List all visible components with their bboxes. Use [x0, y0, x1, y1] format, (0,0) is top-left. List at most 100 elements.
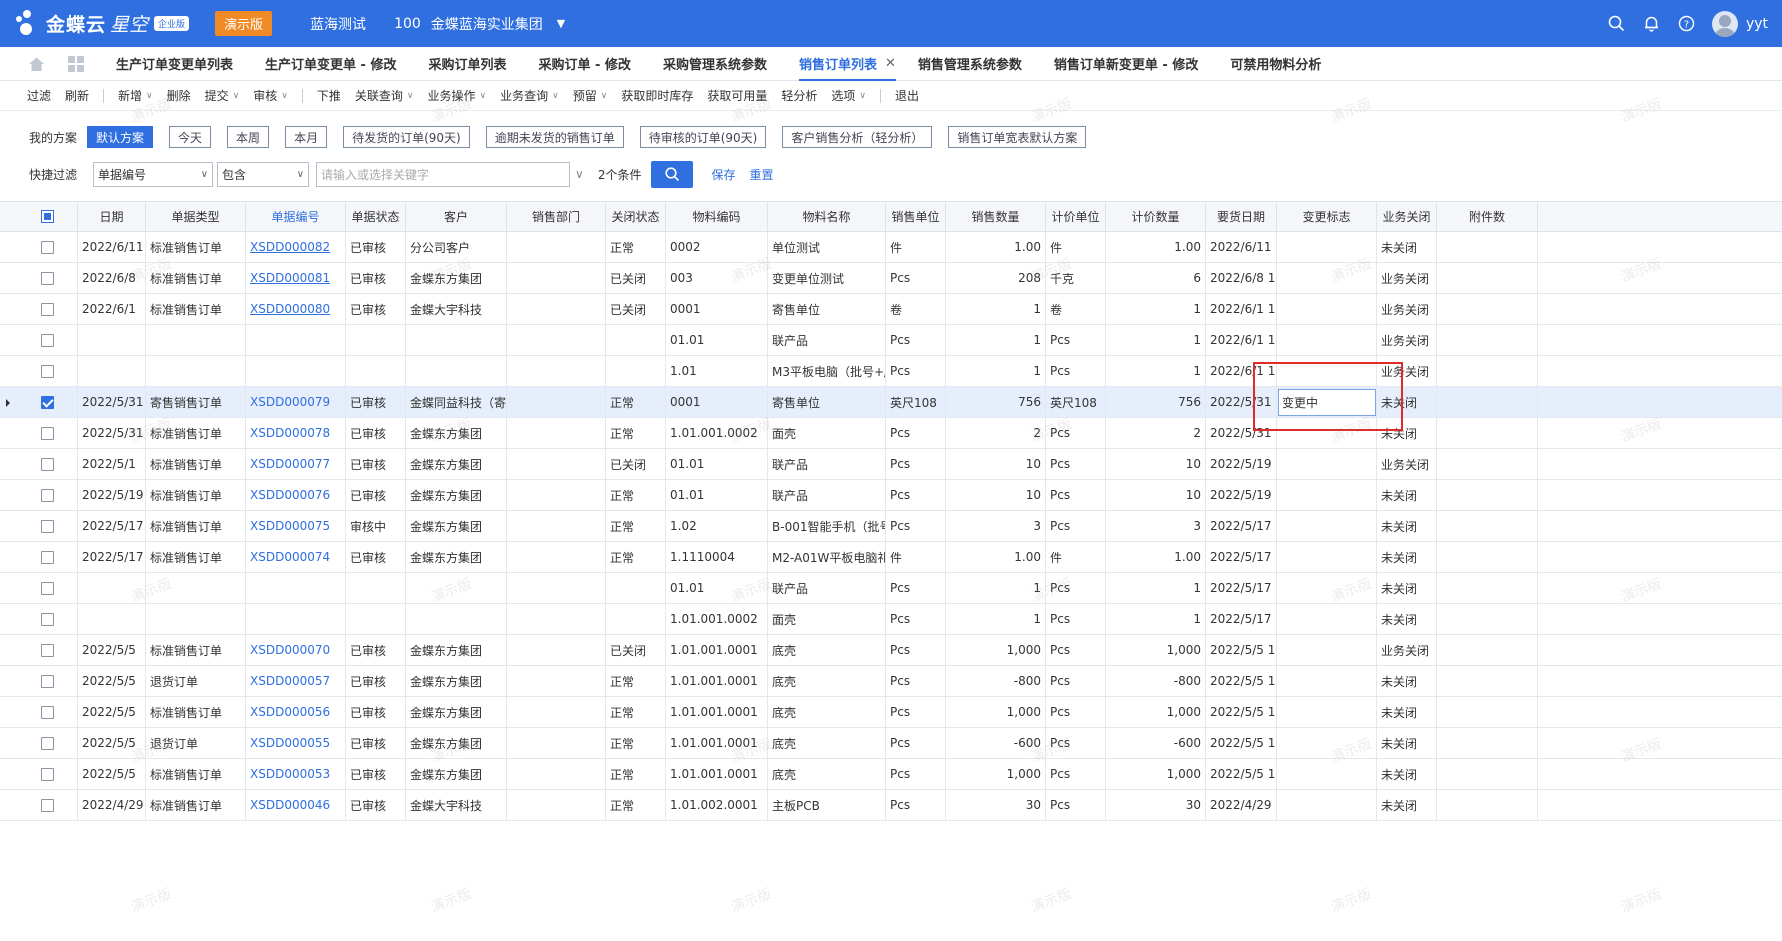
cell-code[interactable] — [246, 325, 346, 355]
username[interactable]: yyt — [1746, 16, 1768, 32]
table-row[interactable]: 2022/5/5 退货订单 XSDD000055 已审核 金蝶东方集团 正常 1.01.00… — [0, 728, 1782, 759]
row-checkbox[interactable] — [18, 635, 78, 665]
cell-code[interactable]: XSDD000082 — [246, 232, 346, 262]
save-filter-link[interactable]: 保存 — [711, 166, 735, 183]
refresh-button[interactable]: 刷新 — [65, 87, 89, 104]
table-row[interactable]: 1.01.001.0002 面壳 Pcs 1 Pcs 1 2022/5/17 未关闭 — [0, 604, 1782, 635]
tab-sales-order-list[interactable]: 销售订单列表 ✕ — [798, 47, 896, 81]
row-checkbox[interactable] — [18, 728, 78, 758]
tab-material-analysis[interactable]: 可禁用物料分析 — [1230, 47, 1321, 81]
submit-button[interactable]: 提交 ∨ — [205, 87, 240, 104]
cell-code[interactable]: XSDD000056 — [246, 697, 346, 727]
push-button[interactable]: 下推 — [317, 87, 341, 104]
filter-operator-select[interactable]: 包含 ∨ — [217, 161, 310, 187]
row-checkbox[interactable] — [18, 542, 78, 572]
realtime-stock-button[interactable]: 获取即时库存 — [621, 87, 693, 104]
org-switcher[interactable]: 100 金蝶蓝海实业集团 ▼ — [394, 14, 565, 34]
business-ops-button[interactable]: 业务操作 ∨ — [428, 87, 487, 104]
row-checkbox[interactable] — [18, 480, 78, 510]
cell-code[interactable]: XSDD000057 — [246, 666, 346, 696]
cell-code[interactable]: XSDD000078 — [246, 418, 346, 448]
help-icon[interactable]: ? — [1676, 13, 1698, 35]
column-header-price-unit[interactable]: 计价单位 — [1046, 202, 1106, 231]
bell-icon[interactable] — [1641, 13, 1663, 35]
light-analysis-button[interactable]: 轻分析 — [781, 87, 817, 104]
column-header-close[interactable]: 关闭状态 — [606, 202, 666, 231]
scheme-this-month[interactable]: 本月 — [285, 126, 328, 148]
table-row[interactable]: 2022/5/17 标准销售订单 XSDD000075 审核中 金蝶东方集团 正常 1.02… — [0, 511, 1782, 542]
related-query-button[interactable]: 关联查询 ∨ — [355, 87, 414, 104]
table-row[interactable]: 2022/6/11 标准销售订单 XSDD000082 已审核 分公司客户 正常 0002 单… — [0, 232, 1782, 263]
cell-code[interactable]: XSDD000070 — [246, 635, 346, 665]
business-query-button[interactable]: 业务查询 ∨ — [500, 87, 559, 104]
column-header-price-qty[interactable]: 计价数量 — [1106, 202, 1206, 231]
logo[interactable]: 金蝶云 星空 企业版 — [14, 9, 190, 38]
select-all-checkbox[interactable] — [18, 202, 78, 231]
scheme-pending-audit[interactable]: 待审核的订单(90天) — [639, 126, 767, 148]
cell-code[interactable]: XSDD000074 — [246, 542, 346, 572]
row-checkbox[interactable] — [18, 232, 78, 262]
exit-button[interactable]: 退出 — [895, 87, 919, 104]
home-icon[interactable] — [26, 54, 46, 74]
column-header-customer[interactable]: 客户 — [406, 202, 507, 231]
new-button[interactable]: 新增 ∨ — [118, 87, 153, 104]
reset-filter-link[interactable]: 重置 — [749, 166, 773, 183]
column-header-biz-close[interactable]: 业务关闭 — [1377, 202, 1437, 231]
table-row[interactable]: 2022/5/5 标准销售订单 XSDD000070 已审核 金蝶东方集团 已关闭 1.01… — [0, 635, 1782, 666]
scheme-today[interactable]: 今天 — [169, 126, 212, 148]
row-checkbox[interactable] — [18, 511, 78, 541]
row-checkbox[interactable] — [18, 387, 78, 417]
table-row[interactable]: 2022/5/19 标准销售订单 XSDD000076 已审核 金蝶东方集团 正常 01.0… — [0, 480, 1782, 511]
row-checkbox[interactable] — [18, 263, 78, 293]
row-checkbox[interactable] — [18, 666, 78, 696]
tab-prod-change-edit[interactable]: 生产订单变更单 - 修改 — [265, 47, 396, 81]
scheme-customer-analysis[interactable]: 客户销售分析（轻分析） — [782, 126, 933, 148]
cell-code[interactable] — [246, 573, 346, 603]
filter-field-select[interactable]: 单据编号 ∨ — [93, 161, 214, 187]
reserve-button[interactable]: 预留 ∨ — [573, 87, 608, 104]
tab-sales-params[interactable]: 销售管理系统参数 — [918, 47, 1022, 81]
column-header-code[interactable]: 单据编号 — [246, 202, 346, 231]
tab-sales-change-edit[interactable]: 销售订单新变更单 - 修改 — [1054, 47, 1198, 81]
row-checkbox[interactable] — [18, 573, 78, 603]
column-header-mat-name[interactable]: 物料名称 — [768, 202, 886, 231]
search-icon[interactable] — [1606, 13, 1628, 35]
table-row[interactable]: 2022/6/1 标准销售订单 XSDD000080 已审核 金蝶大宇科技 已关闭 0001… — [0, 294, 1782, 325]
column-header-qty[interactable]: 销售数量 — [946, 202, 1046, 231]
table-row[interactable]: 2022/5/5 标准销售订单 XSDD000056 已审核 金蝶东方集团 正常 1.01.… — [0, 697, 1782, 728]
cell-code[interactable]: XSDD000080 — [246, 294, 346, 324]
cell-code[interactable]: XSDD000077 — [246, 449, 346, 479]
column-header-date[interactable]: 日期 — [78, 202, 146, 231]
user-avatar[interactable] — [1711, 10, 1738, 37]
filter-button[interactable]: 过滤 — [27, 87, 51, 104]
row-checkbox[interactable] — [18, 325, 78, 355]
row-checkbox[interactable] — [18, 604, 78, 634]
audit-button[interactable]: 审核 ∨ — [253, 87, 288, 104]
scheme-pending-shipment[interactable]: 待发货的订单(90天) — [343, 126, 470, 148]
column-header-mat-code[interactable]: 物料编码 — [666, 202, 768, 231]
tab-purchase-params[interactable]: 采购管理系统参数 — [663, 47, 767, 81]
table-row[interactable]: 2022/6/8 标准销售订单 XSDD000081 已审核 金蝶东方集团 已关闭 003 变… — [0, 263, 1782, 294]
scheme-this-week[interactable]: 本周 — [227, 126, 270, 148]
row-checkbox[interactable] — [18, 790, 78, 820]
row-checkbox[interactable] — [18, 418, 78, 448]
cell-code[interactable] — [246, 356, 346, 386]
row-checkbox[interactable] — [18, 356, 78, 386]
search-button[interactable] — [651, 160, 694, 188]
row-checkbox[interactable] — [18, 449, 78, 479]
cell-code[interactable]: XSDD000076 — [246, 480, 346, 510]
grid-menu-icon[interactable] — [66, 54, 86, 74]
cell-code[interactable]: XSDD000053 — [246, 759, 346, 789]
column-header-type[interactable]: 单据类型 — [146, 202, 246, 231]
tab-purchase-list[interactable]: 采购订单列表 — [428, 47, 506, 81]
table-row[interactable]: 2022/5/5 退货订单 XSDD000057 已审核 金蝶东方集团 正常 1.01.00… — [0, 666, 1782, 697]
close-icon[interactable]: ✕ — [885, 56, 896, 71]
column-header-attach[interactable]: 附件数 — [1437, 202, 1538, 231]
row-checkbox[interactable] — [18, 697, 78, 727]
row-checkbox[interactable] — [18, 294, 78, 324]
table-row[interactable]: 2022/4/29 标准销售订单 XSDD000046 已审核 金蝶大宇科技 正常 1.01… — [0, 790, 1782, 821]
table-row[interactable]: 2022/5/5 标准销售订单 XSDD000053 已审核 金蝶东方集团 正常 1.01.… — [0, 759, 1782, 790]
cell-code[interactable]: XSDD000055 — [246, 728, 346, 758]
scheme-wide-table[interactable]: 销售订单宽表默认方案 — [948, 126, 1087, 148]
table-row[interactable]: 2022/5/31 标准销售订单 XSDD000078 已审核 金蝶东方集团 正常 1.01… — [0, 418, 1782, 449]
